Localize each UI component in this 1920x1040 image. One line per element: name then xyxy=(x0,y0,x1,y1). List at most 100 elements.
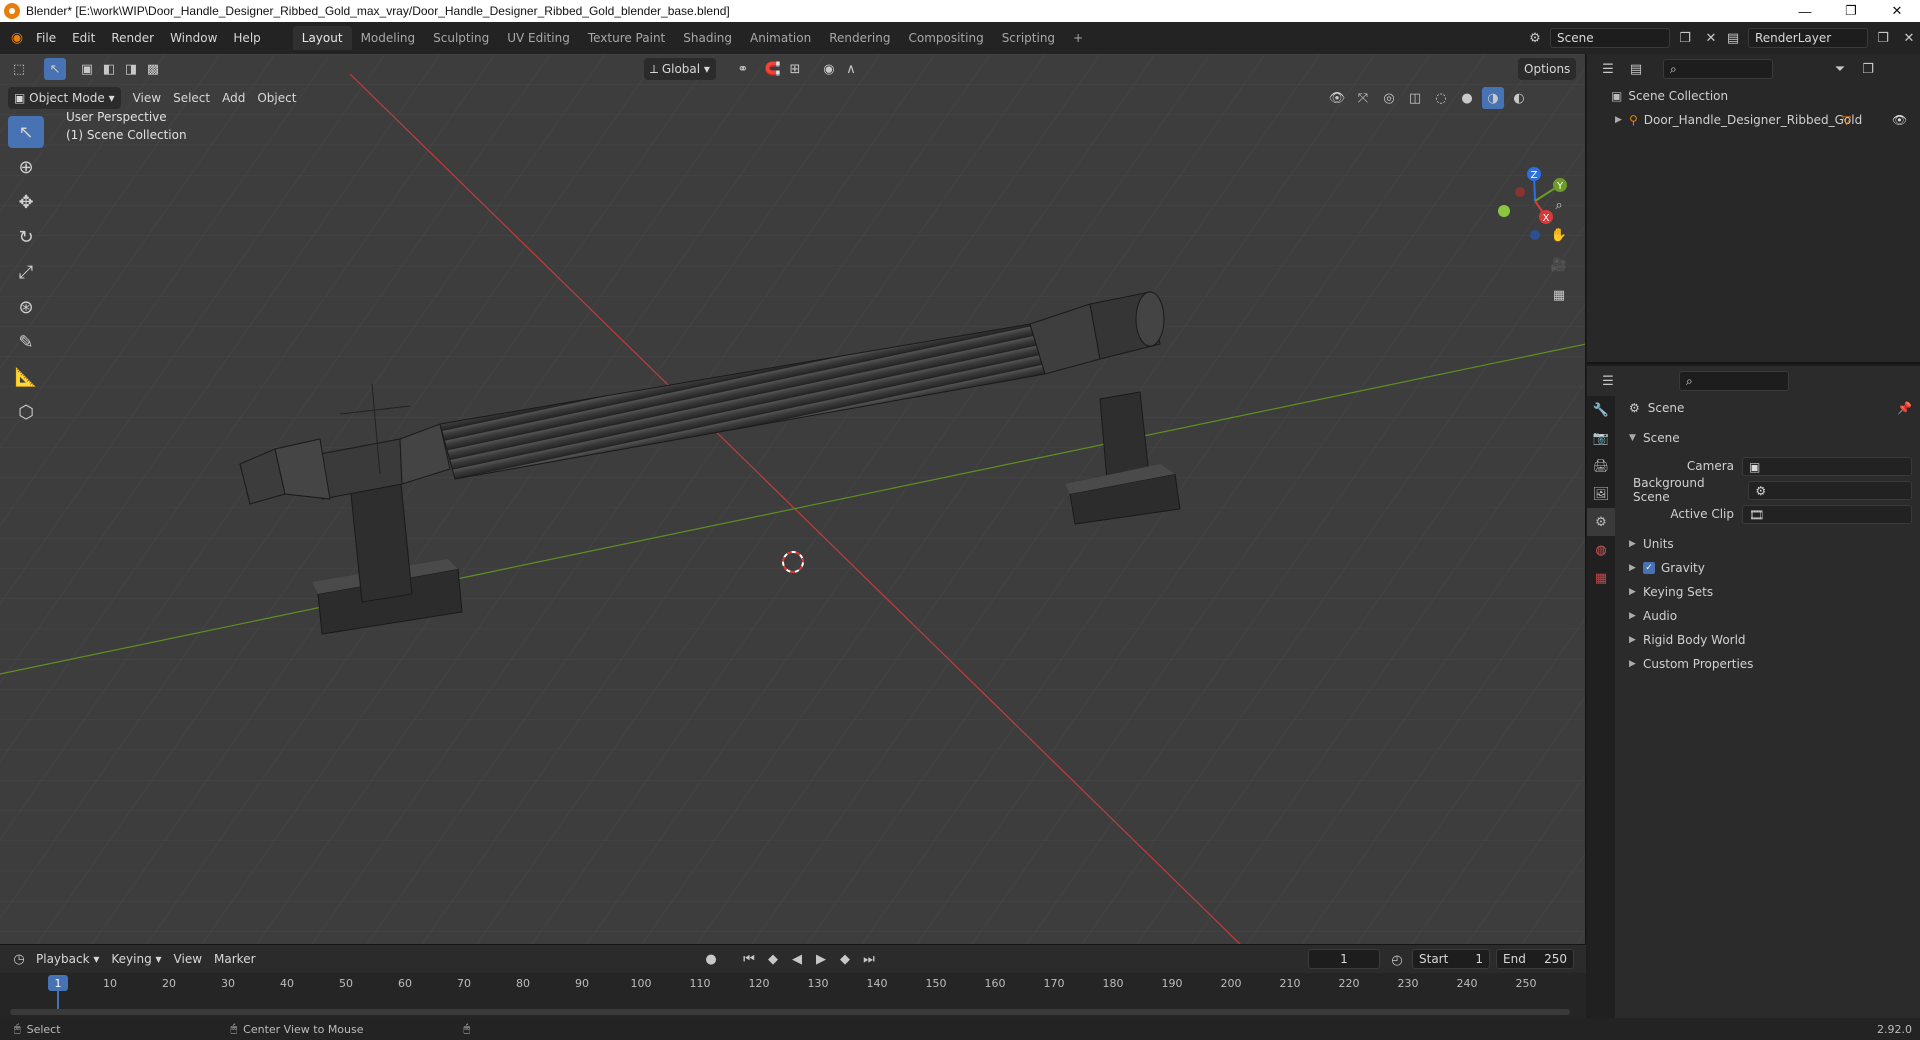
cursor-tool-icon[interactable]: ⊕ xyxy=(8,151,44,183)
3d-viewport[interactable]: Z Y X ⬚ ↖ ▣ ◧ ◨ ▩ ⟂ Global ▾ ⚭ 🧲 ⊞ ◉ ∧ O… xyxy=(0,54,1586,944)
mode-dropdown[interactable]: ▣ Object Mode ▾ xyxy=(8,87,121,109)
scene-name-field[interactable]: Scene xyxy=(1550,28,1670,48)
falloff-icon[interactable]: ∧ xyxy=(840,58,862,80)
editor-type-icon[interactable]: ⬚ xyxy=(8,58,30,80)
keying-sets-panel[interactable]: ▶ Keying Sets xyxy=(1623,580,1920,604)
options-button[interactable]: Options xyxy=(1518,58,1577,80)
menu-file[interactable]: File xyxy=(28,26,64,50)
maximize-button[interactable]: ❐ xyxy=(1828,0,1874,22)
snap-target-icon[interactable]: ⊞ xyxy=(784,58,806,80)
tab-scripting[interactable]: Scripting xyxy=(993,26,1064,50)
solid-shading-icon[interactable]: ● xyxy=(1456,87,1478,109)
gizmo-neg-y[interactable] xyxy=(1498,205,1510,217)
current-frame-field[interactable]: 1 xyxy=(1308,949,1380,969)
camera-view-icon[interactable]: 🎥 xyxy=(1548,254,1570,276)
properties-editor-icon[interactable]: ☰ xyxy=(1597,370,1619,392)
wireframe-shading-icon[interactable]: ◌ xyxy=(1430,87,1452,109)
annotate-tool-icon[interactable]: ✎ xyxy=(8,326,44,358)
menu-marker[interactable]: Marker xyxy=(208,948,261,970)
scale-tool-icon[interactable]: ⤢ xyxy=(8,256,44,288)
timeline-ruler[interactable]: 1 10 20 30 40 50 60 70 80 90 100 110 120 130 140 150 160… xyxy=(0,973,1586,1019)
tab-rendering[interactable]: Rendering xyxy=(820,26,899,50)
view-layer-tab-icon[interactable]: 🖼 xyxy=(1587,480,1615,508)
move-tool-icon[interactable]: ✥ xyxy=(8,186,44,218)
zoom-icon[interactable]: ⌕ xyxy=(1548,194,1570,216)
tab-layout[interactable]: Layout xyxy=(292,26,352,50)
render-layer-field[interactable]: RenderLayer xyxy=(1748,28,1868,48)
record-icon[interactable]: ● xyxy=(700,948,722,970)
pin-icon[interactable]: 📌 xyxy=(1897,401,1912,415)
delete-layer-icon[interactable]: ✕ xyxy=(1898,27,1920,49)
eye-visibility-icon[interactable]: 👁 xyxy=(1892,113,1907,127)
pivot-icon[interactable]: ⚭ xyxy=(732,58,754,80)
next-keyframe-icon[interactable]: ◆ xyxy=(834,948,856,970)
ortho-grid-icon[interactable]: ▦ xyxy=(1548,284,1570,306)
overlay-icon[interactable]: ◎ xyxy=(1378,87,1400,109)
transform-tool-icon[interactable]: ⊛ xyxy=(8,291,44,323)
display-mode-icon[interactable]: ▤ xyxy=(1625,58,1647,80)
visibility-icon[interactable]: 👁 xyxy=(1326,87,1348,109)
tab-texture-paint[interactable]: Texture Paint xyxy=(579,26,674,50)
select-tool-icon[interactable]: ↖ xyxy=(8,116,44,148)
menu-render[interactable]: Render xyxy=(103,26,162,50)
play-icon[interactable]: ▶ xyxy=(810,948,832,970)
material-shading-icon[interactable]: ◑ xyxy=(1482,87,1504,109)
start-frame-field[interactable]: Start 1 xyxy=(1412,949,1490,969)
menu-edit[interactable]: Edit xyxy=(64,26,103,50)
select-intersect-icon[interactable]: ▩ xyxy=(142,58,164,80)
rendered-shading-icon[interactable]: ◐ xyxy=(1508,87,1530,109)
new-scene-icon[interactable]: ❐ xyxy=(1674,27,1696,49)
units-panel[interactable]: ▶ Units xyxy=(1623,532,1920,556)
menu-playback[interactable]: Playback ▾ xyxy=(30,948,105,970)
xray-icon[interactable]: ◫ xyxy=(1404,87,1426,109)
gravity-checkbox[interactable]: ✓ xyxy=(1643,562,1655,574)
outliner-editor-icon[interactable]: ☰ xyxy=(1597,58,1619,80)
snap-icon[interactable]: 🧲 xyxy=(762,58,784,80)
output-tab-icon[interactable]: 🖨 xyxy=(1587,452,1615,480)
active-clip-field[interactable]: 🎞 xyxy=(1742,504,1912,524)
tab-animation[interactable]: Animation xyxy=(741,26,820,50)
rigid-body-world-panel[interactable]: ▶ Rigid Body World xyxy=(1623,628,1920,652)
delete-scene-icon[interactable]: ✕ xyxy=(1700,27,1722,49)
menu-window[interactable]: Window xyxy=(162,26,225,50)
scene-tab-icon[interactable]: ⚙ xyxy=(1587,508,1615,536)
render-layer-icon[interactable]: ▤ xyxy=(1722,27,1744,49)
modifier-icon[interactable]: ▽ xyxy=(1842,113,1851,127)
proportional-icon[interactable]: ◉ xyxy=(818,58,840,80)
expand-arrow-icon[interactable]: ▶ xyxy=(1615,115,1629,125)
select-mode-icon[interactable]: ↖ xyxy=(44,58,66,80)
menu-object[interactable]: Object xyxy=(251,87,302,109)
new-collection-icon[interactable]: ❐ xyxy=(1857,58,1879,80)
scene-section-header[interactable]: ▼ Scene xyxy=(1623,426,1920,450)
menu-add[interactable]: Add xyxy=(216,87,251,109)
outliner-object-row[interactable]: ▶ ⚲ Door_Handle_Designer_Ribbed_Gold ▽ 👁 xyxy=(1587,108,1920,132)
clock-icon[interactable]: ◴ xyxy=(1386,949,1408,971)
menu-timeline-view[interactable]: View xyxy=(168,948,208,970)
gizmo-neg-z[interactable] xyxy=(1530,230,1540,240)
gizmo-neg-x[interactable] xyxy=(1515,187,1525,197)
gravity-panel[interactable]: ▶ ✓ Gravity xyxy=(1623,556,1920,580)
outliner-search-input[interactable]: ⌕ xyxy=(1663,59,1773,79)
add-workspace-button[interactable]: + xyxy=(1064,26,1092,50)
end-frame-field[interactable]: End 250 xyxy=(1496,949,1574,969)
tab-uv-editing[interactable]: UV Editing xyxy=(498,26,579,50)
add-cube-tool-icon[interactable]: ⬡ xyxy=(8,396,44,428)
timeline-scrollbar[interactable] xyxy=(10,1009,1570,1015)
render-tab-icon[interactable]: 📷 xyxy=(1587,424,1615,452)
audio-panel[interactable]: ▶ Audio xyxy=(1623,604,1920,628)
rotate-tool-icon[interactable]: ↻ xyxy=(8,221,44,253)
menu-help[interactable]: Help xyxy=(225,26,268,50)
jump-end-icon[interactable]: ⏭ xyxy=(858,948,880,970)
menu-view[interactable]: View xyxy=(127,87,167,109)
blender-menu-icon[interactable]: ◉ xyxy=(6,27,28,49)
gizmo-toggle-icon[interactable]: ⤧ xyxy=(1352,87,1374,109)
jump-start-icon[interactable]: ⏮ xyxy=(738,948,760,970)
close-button[interactable]: ✕ xyxy=(1874,0,1920,22)
custom-properties-panel[interactable]: ▶ Custom Properties xyxy=(1623,652,1920,676)
play-reverse-icon[interactable]: ◀ xyxy=(786,948,808,970)
outliner-scene-collection[interactable]: ▣ Scene Collection xyxy=(1587,84,1920,108)
filter-icon[interactable]: ⏷ xyxy=(1829,58,1851,80)
orientation-dropdown[interactable]: ⟂ Global ▾ xyxy=(644,58,716,80)
menu-keying[interactable]: Keying ▾ xyxy=(105,948,167,970)
measure-tool-icon[interactable]: 📐 xyxy=(8,361,44,393)
